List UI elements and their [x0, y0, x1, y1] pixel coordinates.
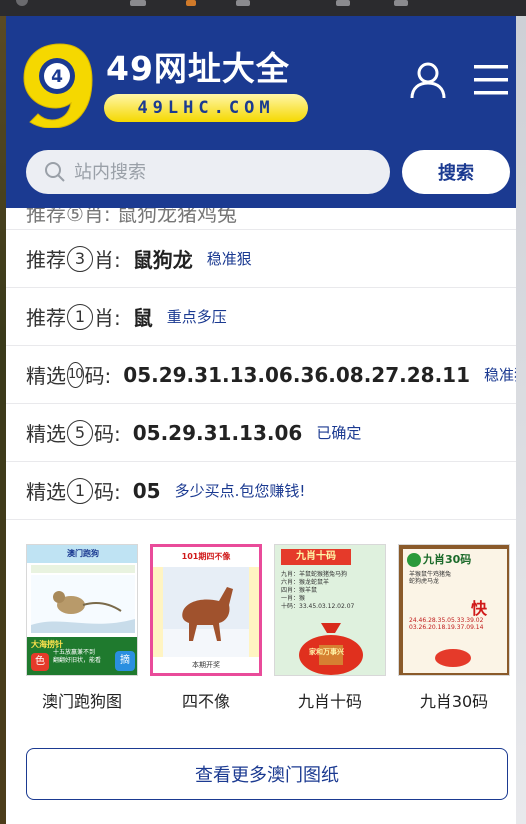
thumb-footer: 家和万事兴 [309, 648, 344, 656]
gallery-caption[interactable]: 四不像 [150, 688, 262, 712]
web-page: 4 49网址大全 49LHC.COM 搜索 推荐⑤肖: 鼠狗龙猪鸡兔 [6, 16, 516, 824]
list-item: 推荐⑤肖: 鼠狗龙猪鸡兔 [6, 208, 516, 230]
row-count-badge: 3 [67, 245, 93, 272]
list-item[interactable]: 精选 1 码: 05 多少买点.包您赚钱! [6, 462, 516, 520]
row-count-badge: 1 [67, 303, 93, 330]
gallery-thumbnail[interactable]: 101期四不像 本期开奖 [150, 544, 262, 676]
horse-illustration-icon [163, 567, 249, 657]
row-suffix: 码: [84, 364, 112, 388]
gallery-thumbnail[interactable]: 九肖十码 九肖：羊鼠蛇猴猪兔马狗 六肖：猴龙蛇鼠羊 四肖：猴羊鼠 一肖：猴 十码：33.… [274, 544, 386, 676]
browser-tab-indicator [394, 0, 408, 6]
prediction-list: 推荐⑤肖: 鼠狗龙猪鸡兔 推荐 3 肖: 鼠狗龙 稳准狠 推荐 1 肖: 鼠 重点多压 … [6, 208, 516, 520]
row-value: 鼠 [132, 306, 153, 330]
browser-tab-indicator [236, 0, 250, 6]
search-icon [45, 162, 65, 182]
view-more-button[interactable]: 查看更多澳门图纸 [26, 748, 508, 800]
corner-badge: 摘 [115, 651, 135, 671]
row-value: 鼠狗龙 [132, 248, 193, 272]
gallery-card-horse[interactable]: 101期四不像 本期开奖 四不像 [150, 544, 262, 712]
row-count-badge: 5 [67, 419, 93, 446]
row-suffix: 码: [94, 422, 121, 446]
gallery-thumbnail[interactable]: 澳门跑狗 大海捞针 色 摘 十五放赢兼不到 翻翻好旧状，能看 [26, 544, 138, 676]
corner-badge: 快 [471, 599, 488, 618]
site-header: 4 49网址大全 49LHC.COM 搜索 [6, 16, 516, 208]
browser-tab-indicator [186, 0, 196, 6]
row-prefix: 精选 [26, 364, 66, 388]
row-suffix: 肖: [94, 306, 121, 330]
svg-text:4: 4 [51, 67, 63, 87]
browser-icon [16, 0, 28, 6]
list-item[interactable]: 精选 5 码: 05.29.31.13.06 已确定 [6, 404, 516, 462]
thumb-header: 九肖30码 [423, 553, 472, 566]
row-tag: 稳准狠 [206, 250, 252, 268]
row-value: 05 [132, 478, 161, 503]
thumb-header: 九肖十码 [281, 549, 351, 565]
monkey-illustration-icon [31, 575, 135, 633]
row-tag: 已确定 [316, 424, 362, 442]
logo-nine-icon[interactable]: 4 [20, 40, 100, 128]
row-prefix: 精选 [26, 480, 66, 504]
domain-text: 49LHC.COM [137, 98, 275, 118]
list-item[interactable]: 推荐 1 肖: 鼠 重点多压 [6, 288, 516, 346]
row-tag: 重点多压 [166, 308, 227, 326]
gallery-caption[interactable]: 澳门跑狗图 [26, 688, 138, 712]
gallery-card-nine-ten[interactable]: 九肖十码 九肖：羊鼠蛇猴猪兔马狗 六肖：猴龙蛇鼠羊 四肖：猴羊鼠 一肖：猴 十码：33.… [274, 544, 386, 712]
row-count-badge: 10 [67, 361, 84, 388]
search-box[interactable] [26, 150, 390, 194]
row-suffix: 码: [94, 480, 121, 504]
thumb-header: 澳门跑狗 [27, 545, 137, 563]
search-input[interactable] [74, 161, 354, 183]
hamburger-menu-icon[interactable] [472, 62, 510, 98]
row-value: 05.29.31.13.06.36.08.27.28.11 [123, 362, 470, 387]
domain-badge[interactable]: 49LHC.COM [104, 94, 308, 122]
gallery-card-nine-thirty[interactable]: 九肖30码 羊猴鼠牛鸡猪兔 蛇狗虎马龙 快 24.46.28.35.05.33.3… [398, 544, 510, 712]
gallery-thumbnail[interactable]: 九肖30码 羊猴鼠牛鸡猪兔 蛇狗虎马龙 快 24.46.28.35.05.33.3… [398, 544, 510, 676]
row-count-badge: 1 [67, 477, 93, 504]
gallery-card-dog-race[interactable]: 澳门跑狗 大海捞针 色 摘 十五放赢兼不到 翻翻好旧状，能看 澳门跑狗图 [26, 544, 138, 712]
partial-row-text: 推荐⑤肖: 鼠狗龙猪鸡兔 [26, 208, 238, 226]
browser-tab-indicator [130, 0, 146, 6]
row-prefix: 推荐 [26, 248, 66, 272]
site-title[interactable]: 49网址大全 [106, 42, 290, 90]
red-seal-icon [435, 649, 471, 667]
gallery-caption[interactable]: 九肖30码 [398, 688, 510, 712]
browser-tab-indicator [336, 0, 350, 6]
list-item[interactable]: 精选10码: 05.29.31.13.06.36.08.27.28.11 稳准狠 [6, 346, 516, 404]
list-item[interactable]: 推荐 3 肖: 鼠狗龙 稳准狠 [6, 230, 516, 288]
image-gallery: 澳门跑狗 大海捞针 色 摘 十五放赢兼不到 翻翻好旧状，能看 澳门跑狗图 101… [6, 544, 516, 724]
gallery-caption[interactable]: 九肖十码 [274, 688, 386, 712]
thumb-footer: 本期开奖 [153, 657, 259, 673]
row-prefix: 推荐 [26, 306, 66, 330]
window-edge [516, 16, 526, 824]
row-tag: 多少买点.包您赚钱! [174, 482, 306, 500]
green-seal-icon [407, 553, 421, 567]
row-suffix: 肖: [94, 248, 121, 272]
user-icon[interactable] [408, 60, 448, 100]
money-bag-icon [299, 623, 363, 675]
row-tag: 稳准狠 [484, 366, 516, 384]
browser-toolbar [0, 0, 526, 16]
thumb-header: 101期四不像 [153, 547, 259, 567]
search-button[interactable]: 搜索 [402, 150, 510, 194]
row-value: 05.29.31.13.06 [132, 420, 303, 445]
row-prefix: 精选 [26, 422, 66, 446]
color-badge: 色 [31, 653, 49, 671]
